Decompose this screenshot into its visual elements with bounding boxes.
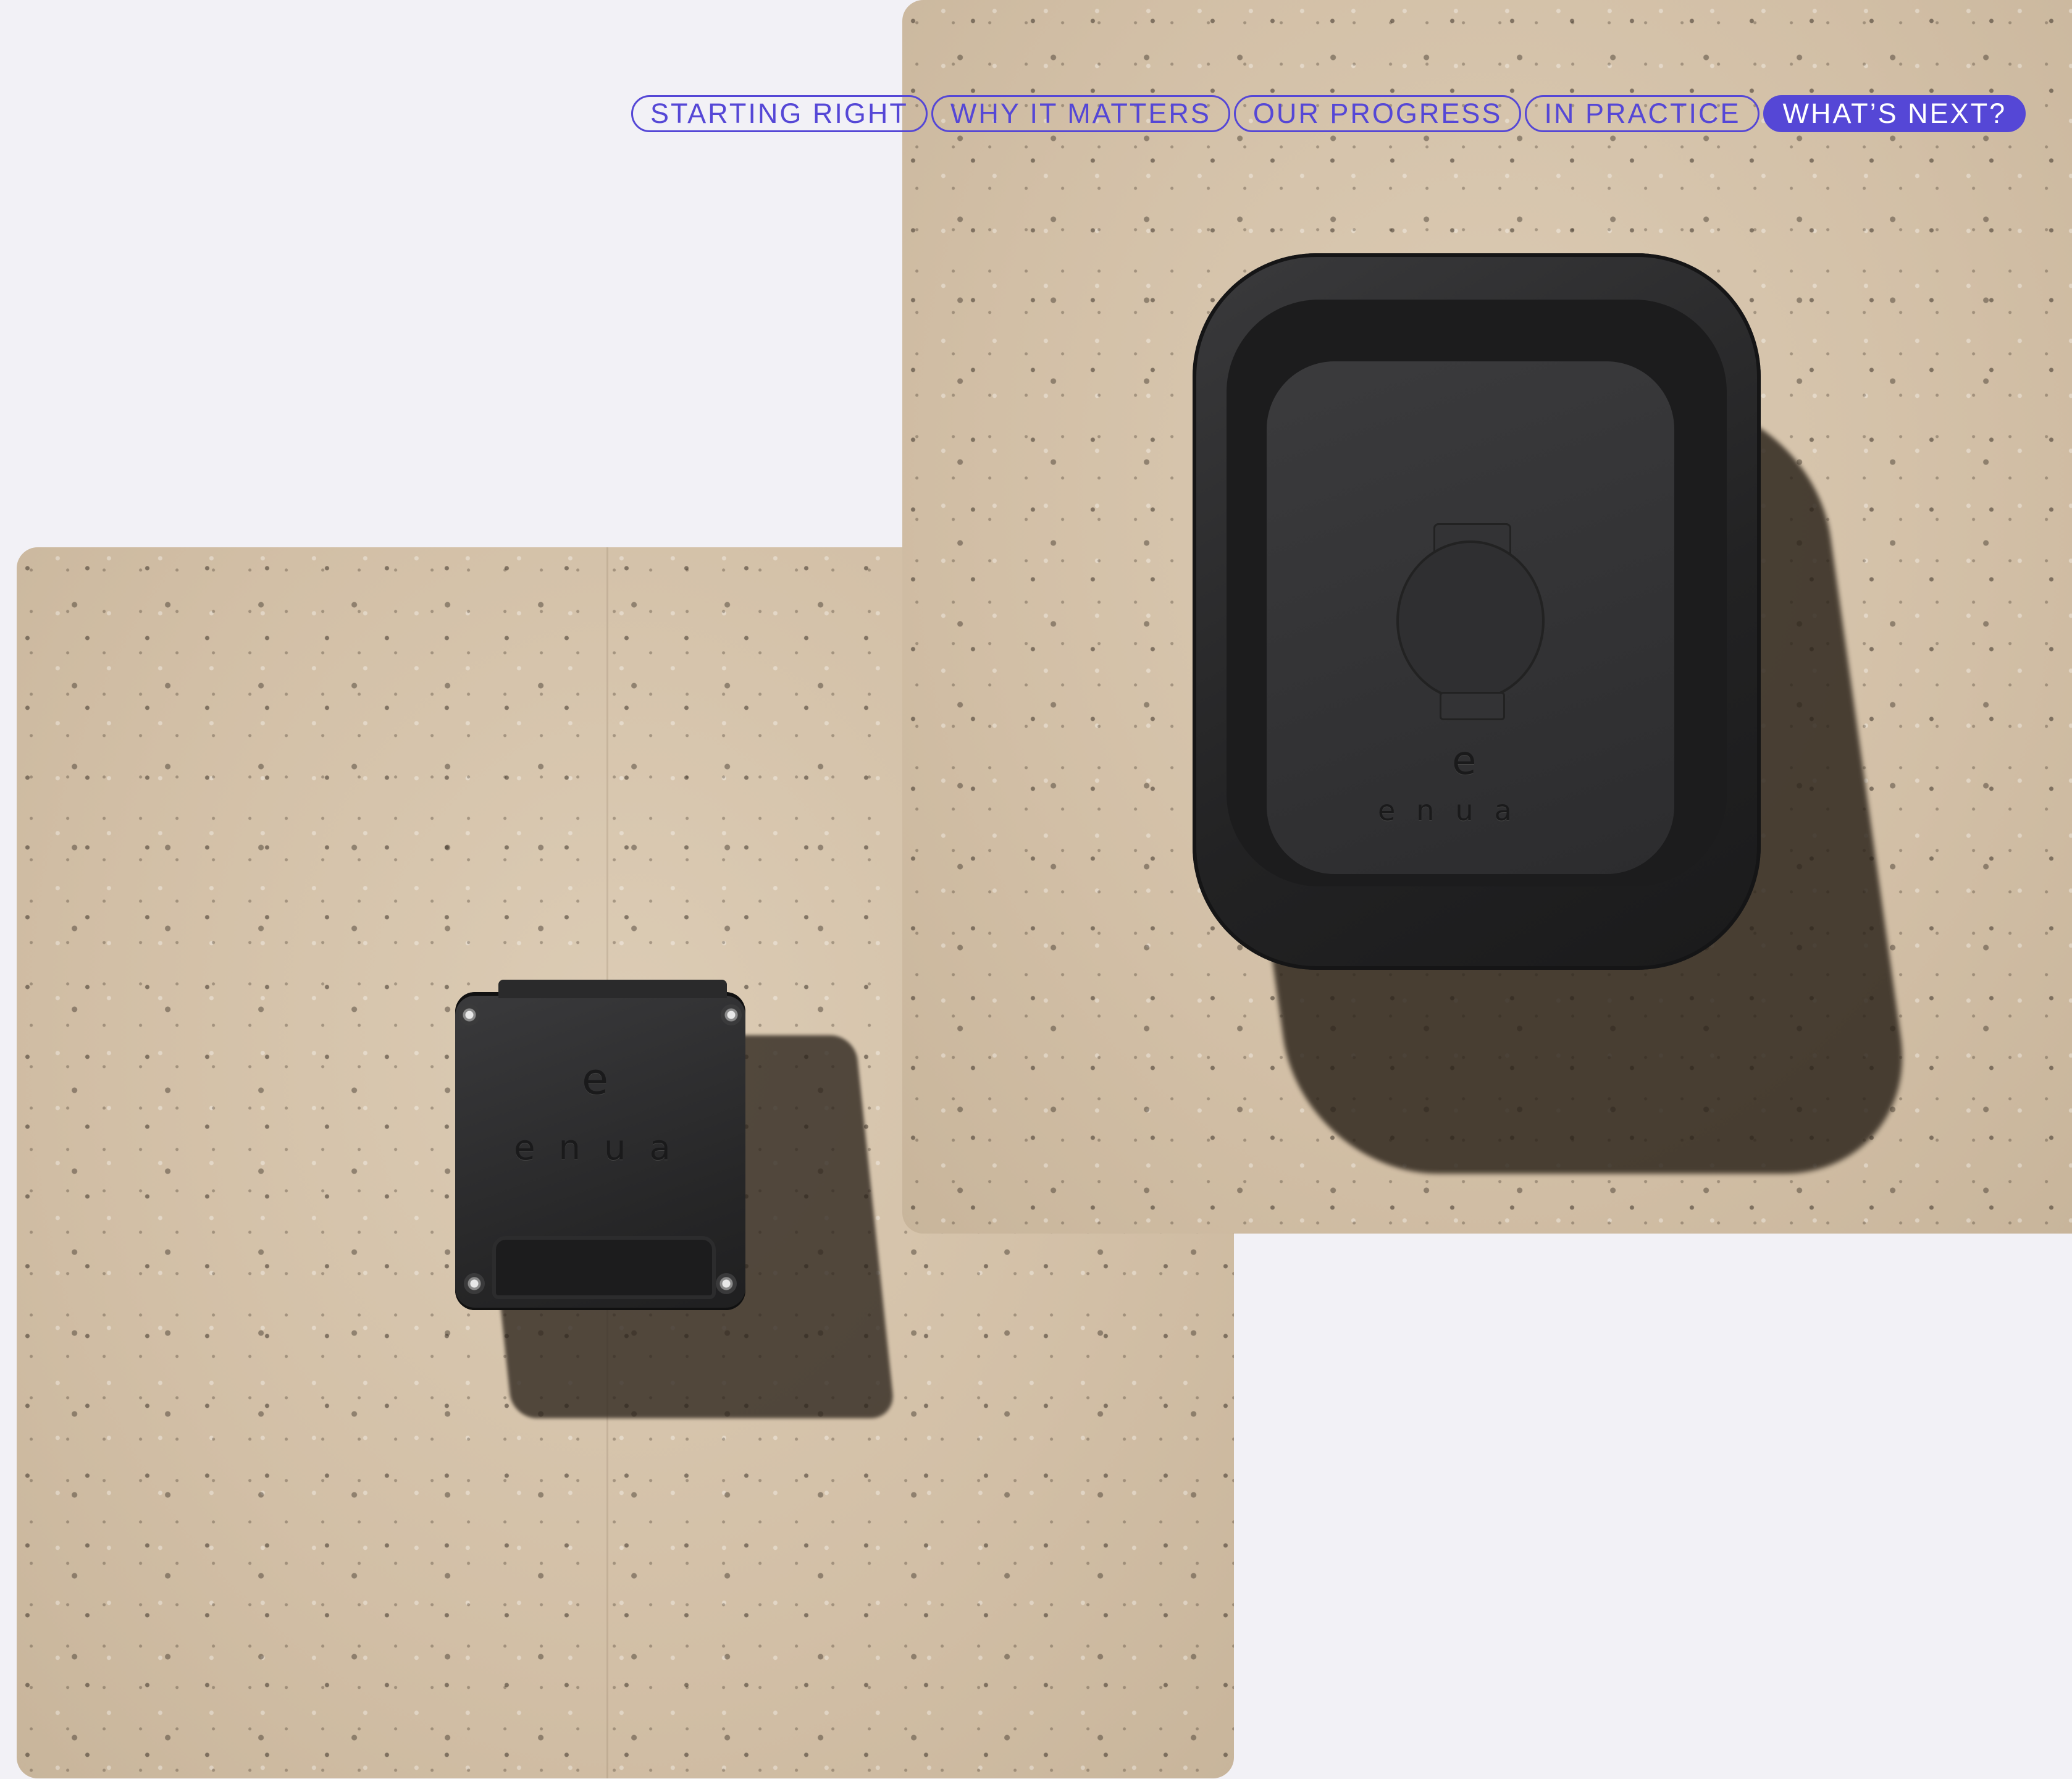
cable-connector bbox=[492, 1236, 716, 1299]
screw-icon bbox=[716, 1273, 737, 1294]
brand-wordmark: enua bbox=[1378, 794, 1533, 827]
nav-why-it-matters[interactable]: WHY IT MATTERS bbox=[931, 95, 1230, 132]
screw-icon bbox=[459, 1004, 480, 1025]
large-charger-unit: e enua bbox=[1193, 253, 1761, 970]
nav-starting-right[interactable]: STARTING RIGHT bbox=[631, 95, 928, 132]
device-face: e enua bbox=[1267, 361, 1674, 874]
nav-our-progress[interactable]: OUR PROGRESS bbox=[1233, 95, 1522, 132]
small-charger-unit: e enua bbox=[455, 980, 745, 1310]
device-lip bbox=[498, 980, 727, 998]
nav-whats-next[interactable]: WHAT’S NEXT? bbox=[1763, 95, 2026, 132]
brand-logo-icon: e bbox=[582, 1054, 609, 1104]
section-nav: STARTING RIGHT WHY IT MATTERS OUR PROGRE… bbox=[631, 93, 2029, 135]
screw-icon bbox=[721, 1004, 742, 1025]
nav-in-practice[interactable]: IN PRACTICE bbox=[1525, 95, 1760, 132]
screw-icon bbox=[464, 1273, 485, 1294]
charging-socket-icon bbox=[1396, 540, 1545, 701]
socket-latch bbox=[1440, 692, 1505, 720]
photo-large-charger: e enua bbox=[902, 0, 2072, 1234]
brand-logo-icon: e bbox=[1452, 738, 1477, 784]
brand-wordmark: enua bbox=[514, 1128, 694, 1168]
